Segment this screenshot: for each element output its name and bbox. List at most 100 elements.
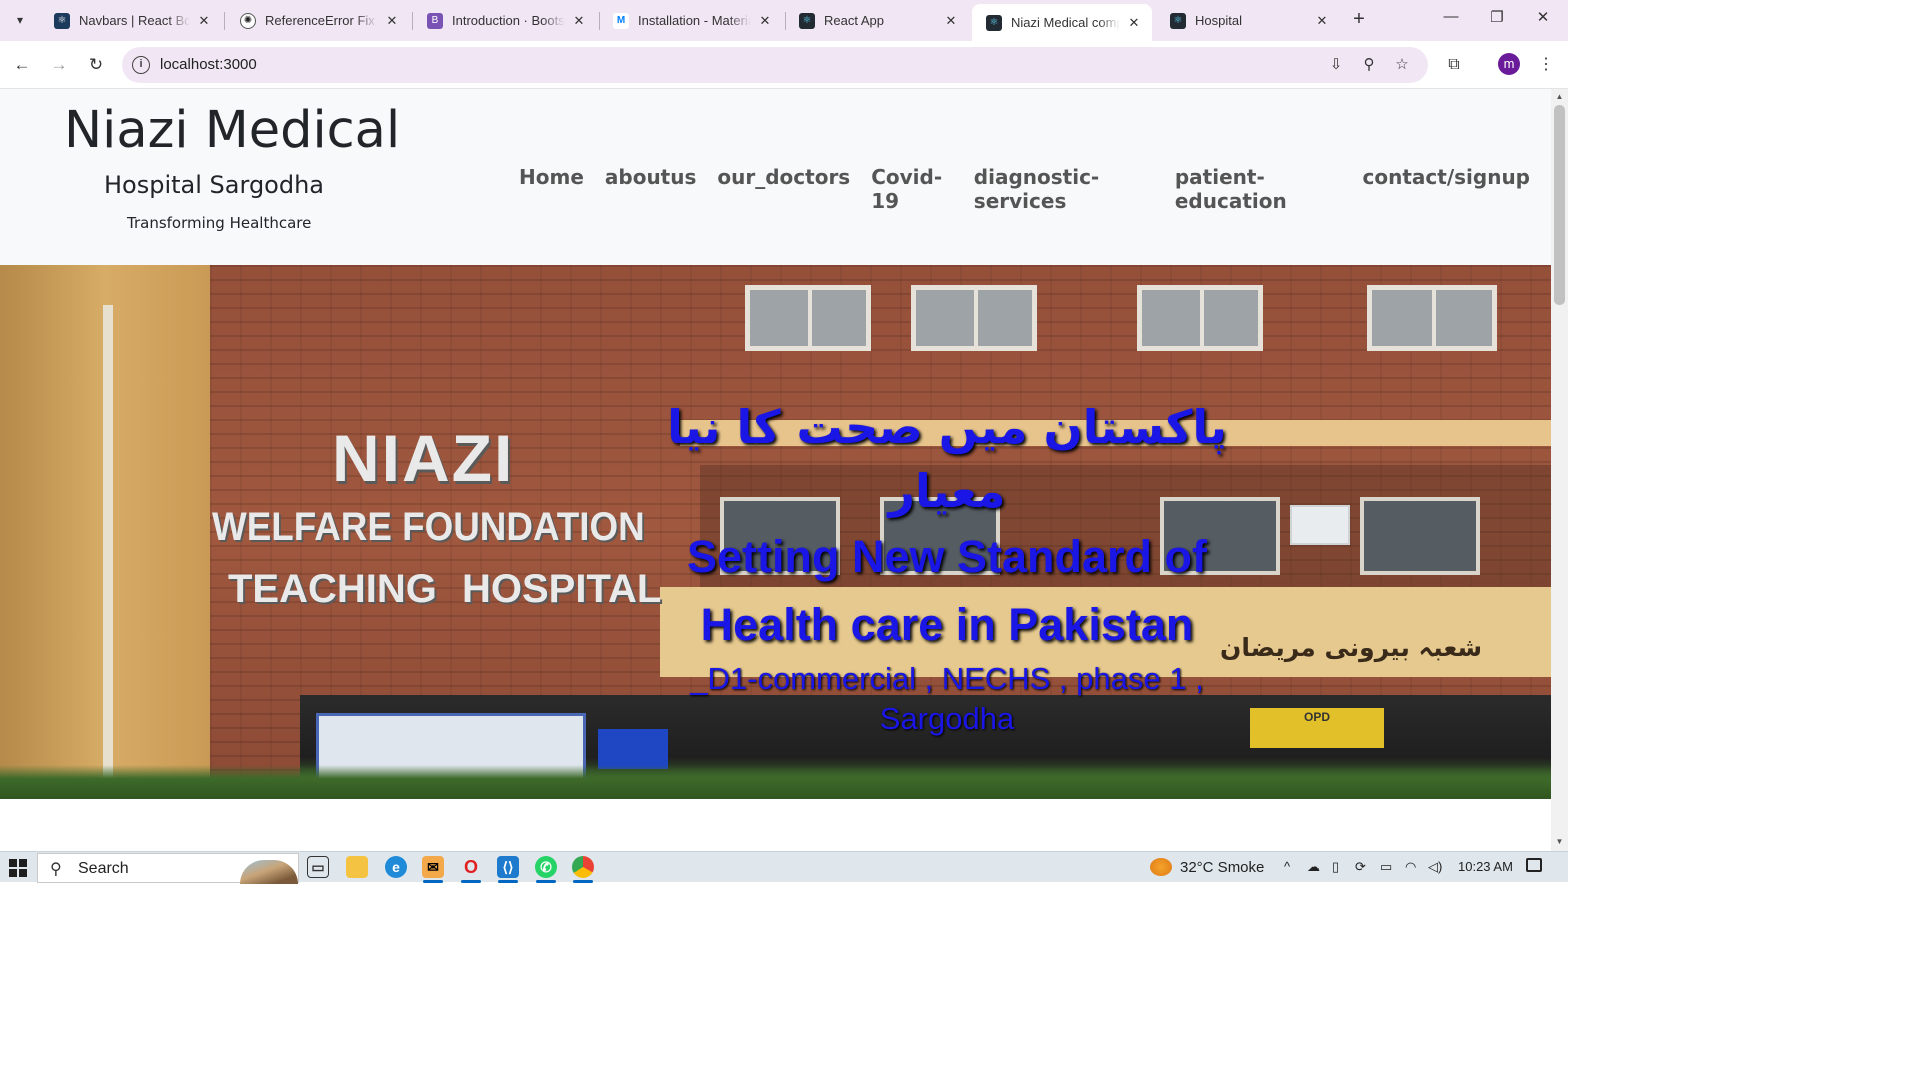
scroll-down-arrow-icon[interactable]: ▼ — [1555, 837, 1564, 847]
hero-banner: شعبہ بیرونی مریضان NIAZI WELFARE FOUNDAT… — [0, 265, 1551, 799]
extensions-puzzle-icon[interactable]: ⧉ — [1442, 53, 1466, 77]
whatsapp-icon[interactable]: ✆ — [535, 856, 557, 883]
update-icon[interactable]: ⟳ — [1355, 859, 1366, 875]
browser-toolbar: ← → ↻ i localhost:3000 ⇩ ⚲ ☆ ⧉ m ⋮ — [0, 41, 1568, 89]
hero-sign-niazi: NIAZI — [332, 421, 515, 495]
battery-icon[interactable]: ▭ — [1380, 859, 1392, 875]
site-info-icon[interactable]: i — [132, 56, 150, 74]
tab-title: Niazi Medical complex — [1011, 15, 1120, 30]
install-app-icon[interactable]: ⇩ — [1325, 55, 1347, 75]
mui-icon: M — [613, 12, 629, 29]
site-navbar: Niazi Medical Hospital Sargodha Transfor… — [0, 89, 1551, 265]
taskbar-clock[interactable]: 10:23 AM — [1458, 859, 1513, 874]
taskbar-search-label: Search — [78, 860, 129, 877]
url-text[interactable]: localhost:3000 — [160, 56, 257, 73]
tab-title: Introduction · Bootstrap — [452, 13, 565, 28]
search-highlight-image — [240, 860, 298, 884]
notification-center-icon[interactable] — [1526, 858, 1542, 872]
page-viewport: Niazi Medical Hospital Sargodha Transfor… — [0, 89, 1551, 851]
profile-avatar[interactable]: m — [1498, 53, 1520, 75]
tab-search-chevron-icon[interactable]: ▾ — [8, 8, 32, 32]
close-tab-icon[interactable]: ✕ — [943, 13, 959, 29]
tab-navbars[interactable]: ⚛ Navbars | React Bootstrap ✕ — [40, 4, 222, 37]
close-tab-icon[interactable]: ✕ — [571, 13, 587, 29]
mail-icon[interactable]: ✉ — [422, 856, 444, 883]
windows-taskbar: ⚲ Search ▭ e ✉ O ⟨⟩ ✆ 32°C Smoke ^ ☁ ▯ ⟳… — [0, 851, 1568, 884]
forward-arrow-icon[interactable]: → — [47, 53, 71, 77]
brand-title[interactable]: Niazi Medical — [64, 101, 400, 160]
restore-icon[interactable]: ❐ — [1474, 8, 1520, 32]
brand-tagline: Transforming Healthcare — [127, 214, 312, 232]
close-tab-icon[interactable]: ✕ — [757, 13, 773, 29]
chrome-icon[interactable] — [572, 856, 594, 883]
hero-address-line1: _D1-commercial , NECHS , phase 1 , — [690, 661, 1204, 696]
nav-links: Home aboutus our_doctors Covid-19 diagno… — [519, 165, 1551, 213]
nav-link-covid-19[interactable]: Covid-19 — [871, 165, 953, 213]
close-tab-icon[interactable]: ✕ — [384, 13, 400, 29]
task-view-icon[interactable]: ▭ — [307, 856, 329, 878]
tab-title: ReferenceError Fix Guide — [265, 13, 378, 28]
menu-kebab-icon[interactable]: ⋮ — [1534, 53, 1558, 77]
weather-text: 32°C Smoke — [1180, 858, 1265, 876]
tray-chevron-up-icon[interactable]: ^ — [1284, 859, 1290, 874]
volume-icon[interactable]: ◁) — [1428, 859, 1442, 875]
hero-window — [911, 285, 1037, 351]
tab-material-ui[interactable]: M Installation - Material UI ✕ — [599, 4, 783, 37]
edge-icon[interactable]: e — [385, 856, 407, 878]
new-tab-plus-icon[interactable]: + — [1348, 9, 1370, 31]
react-icon: ⚛ — [986, 14, 1002, 31]
usb-icon[interactable]: ▯ — [1332, 859, 1339, 875]
bookmark-star-icon[interactable]: ☆ — [1391, 55, 1413, 75]
close-tab-icon[interactable]: ✕ — [1126, 15, 1142, 31]
address-bar[interactable]: i localhost:3000 ⇩ ⚲ ☆ — [122, 47, 1428, 83]
close-tab-icon[interactable]: ✕ — [196, 13, 212, 29]
chatgpt-icon: ✺ — [240, 12, 256, 29]
hero-urdu-sign: شعبہ بیرونی مریضان — [1220, 633, 1483, 662]
tab-hospital[interactable]: ⚛ Hospital ✕ — [1156, 4, 1340, 37]
file-explorer-icon[interactable] — [346, 856, 368, 878]
search-icon: ⚲ — [50, 861, 62, 878]
tab-title: React App — [824, 13, 884, 28]
close-window-icon[interactable]: ✕ — [1520, 8, 1566, 32]
nav-link-diagnostic-services[interactable]: diagnostic-services — [974, 165, 1154, 213]
page-scrollbar[interactable]: ▲ ▼ — [1551, 89, 1568, 851]
vscode-icon[interactable]: ⟨⟩ — [497, 856, 519, 883]
hero-text: پاکستان میں صحت کا نیا معیار Setting New… — [640, 395, 1254, 739]
scroll-up-arrow-icon[interactable]: ▲ — [1555, 92, 1564, 102]
react-bootstrap-icon: ⚛ — [54, 12, 70, 29]
minimize-icon[interactable]: — — [1428, 8, 1474, 32]
hero-sign-line2: WELFARE FOUNDATION — [212, 505, 645, 549]
zoom-icon[interactable]: ⚲ — [1358, 55, 1380, 75]
onedrive-cloud-icon[interactable]: ☁ — [1307, 859, 1320, 875]
nav-link-our-doctors[interactable]: our_doctors — [717, 165, 850, 213]
nav-link-contact-signup[interactable]: contact/signup — [1363, 165, 1530, 213]
windows-start-icon[interactable] — [9, 859, 27, 877]
nav-link-patient-education[interactable]: patient-education — [1175, 165, 1342, 213]
react-icon: ⚛ — [799, 12, 815, 29]
tab-title: Navbars | React Bootstrap — [79, 13, 190, 28]
scrollbar-thumb[interactable] — [1554, 105, 1565, 305]
taskbar-weather[interactable]: 32°C Smoke — [1150, 858, 1264, 876]
opera-icon[interactable]: O — [460, 856, 482, 883]
weather-sun-icon — [1150, 858, 1172, 876]
react-icon: ⚛ — [1170, 12, 1186, 29]
hero-opd-sign: OPD — [1250, 708, 1384, 748]
tab-referenceerror[interactable]: ✺ ReferenceError Fix Guide ✕ — [226, 4, 410, 37]
tab-title: Hospital — [1195, 13, 1242, 28]
tab-title: Installation - Material UI — [638, 13, 751, 28]
tab-react-app[interactable]: ⚛ React App ✕ — [785, 4, 969, 37]
tab-bootstrap[interactable]: B Introduction · Bootstrap ✕ — [413, 4, 597, 37]
nav-link-home[interactable]: Home — [519, 165, 584, 213]
reload-icon[interactable]: ↻ — [84, 53, 108, 77]
hero-title-line1: Setting New Standard of — [686, 531, 1208, 582]
hero-title-line2: Health care in Pakistan — [700, 599, 1194, 650]
nav-link-aboutus[interactable]: aboutus — [605, 165, 697, 213]
taskbar-search[interactable]: ⚲ Search — [37, 853, 299, 884]
back-arrow-icon[interactable]: ← — [10, 53, 34, 77]
brand-subtitle: Hospital Sargodha — [104, 171, 325, 199]
hero-sign-line3: TEACHING HOSPITAL — [228, 567, 662, 611]
close-tab-icon[interactable]: ✕ — [1314, 13, 1330, 29]
wifi-icon[interactable]: ◠ — [1405, 859, 1416, 875]
tab-niazi-medical[interactable]: ⚛ Niazi Medical complex ✕ — [972, 4, 1152, 41]
hero-pillar — [103, 305, 113, 799]
